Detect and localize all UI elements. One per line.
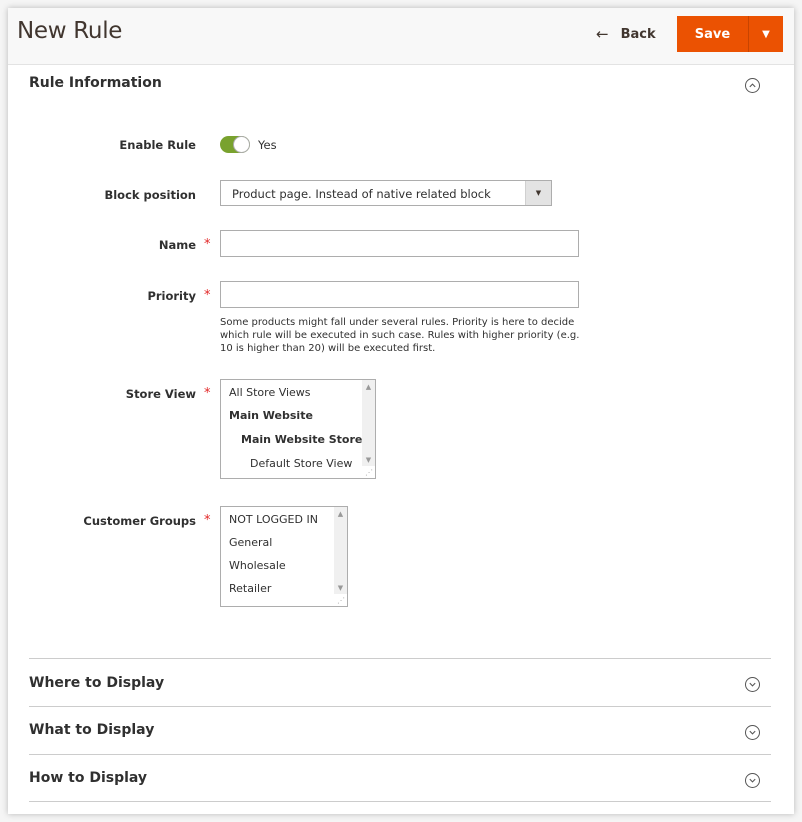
section-divider [29, 801, 771, 802]
section-title[interactable]: Where to Display [29, 675, 164, 691]
chevron-up-circle-icon[interactable] [745, 78, 760, 93]
chevron-down-circle-icon[interactable] [745, 677, 760, 692]
section-title[interactable]: Rule Information [29, 75, 162, 91]
section-title[interactable]: How to Display [29, 770, 147, 786]
required-asterisk: * [204, 513, 211, 528]
scroll-down-icon[interactable]: ▼ [362, 456, 375, 464]
store-view-option[interactable]: Main Website [229, 409, 313, 422]
save-split-button: Save ▼ [677, 16, 783, 52]
scroll-up-icon[interactable]: ▲ [334, 510, 347, 518]
customer-group-option[interactable]: General [229, 536, 272, 549]
page-title: New Rule [17, 18, 123, 44]
block-position-value: Product page. Instead of native related … [232, 187, 491, 201]
priority-note: Some products might fall under several r… [220, 317, 580, 354]
scrollbar[interactable]: ▲ ▼ [334, 507, 347, 594]
chevron-down-circle-icon[interactable] [745, 773, 760, 788]
priority-input[interactable] [220, 281, 579, 308]
enable-rule-label: Enable Rule [119, 138, 196, 152]
block-position-label: Block position [104, 188, 196, 202]
dropdown-arrow-icon: ▼ [525, 181, 551, 205]
page-card: New Rule ← Back Save ▼ Rule Information … [8, 8, 794, 814]
customer-group-option[interactable]: Wholesale [229, 559, 286, 572]
priority-label: Priority [147, 289, 196, 303]
enable-rule-value: Yes [258, 138, 277, 152]
toggle-knob [233, 136, 250, 153]
customer-group-option[interactable]: Retailer [229, 582, 271, 595]
block-position-select[interactable]: Product page. Instead of native related … [220, 180, 552, 206]
store-view-option[interactable]: Main Website Store [241, 433, 362, 446]
enable-rule-toggle[interactable] [220, 136, 250, 153]
scrollbar[interactable]: ▲ ▼ [362, 380, 375, 466]
resize-grip-icon[interactable]: ⋰ [337, 597, 345, 605]
name-label: Name [158, 238, 196, 252]
arrow-left-icon: ← [596, 25, 609, 43]
resize-grip-icon[interactable]: ⋰ [365, 469, 373, 477]
chevron-down-circle-icon[interactable] [745, 725, 760, 740]
back-label: Back [620, 26, 656, 42]
name-input[interactable] [220, 230, 579, 257]
store-view-option[interactable]: Default Store View [250, 457, 352, 470]
back-button[interactable]: ← Back [596, 25, 656, 43]
required-asterisk: * [204, 386, 211, 401]
section-title[interactable]: What to Display [29, 722, 154, 738]
page-header: New Rule ← Back Save ▼ [8, 8, 794, 65]
save-button[interactable]: Save [677, 16, 749, 52]
scroll-down-icon[interactable]: ▼ [334, 584, 347, 592]
store-view-label: Store View [125, 387, 196, 401]
section-divider [29, 706, 771, 707]
section-divider [29, 754, 771, 755]
store-view-option[interactable]: All Store Views [229, 386, 311, 399]
caret-down-icon: ▼ [762, 28, 770, 40]
customer-groups-label: Customer Groups [83, 514, 196, 528]
required-asterisk: * [204, 288, 211, 303]
scroll-up-icon[interactable]: ▲ [362, 383, 375, 391]
store-view-multiselect[interactable]: All Store Views Main Website Main Websit… [220, 379, 376, 479]
customer-group-option[interactable]: NOT LOGGED IN [229, 513, 318, 526]
required-asterisk: * [204, 237, 211, 252]
section-divider [29, 658, 771, 659]
save-menu-toggle[interactable]: ▼ [749, 16, 783, 52]
customer-groups-multiselect[interactable]: NOT LOGGED IN General Wholesale Retailer… [220, 506, 348, 607]
